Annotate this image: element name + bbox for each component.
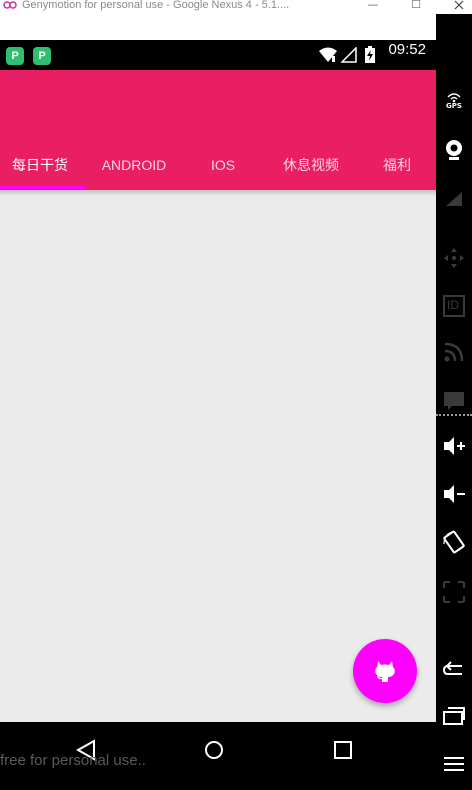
device-id-button[interactable]: ID — [442, 294, 466, 318]
sms-icon — [444, 392, 464, 410]
webcam-button[interactable] — [442, 138, 466, 162]
rotate-button[interactable] — [442, 530, 466, 554]
genymotion-toolbar: GPS ID — [436, 14, 472, 790]
menu-button[interactable] — [442, 752, 466, 776]
volume-up-button[interactable] — [442, 434, 466, 458]
sms-button[interactable] — [442, 388, 466, 412]
home-icon[interactable] — [202, 738, 226, 762]
gps-button[interactable]: GPS — [442, 90, 466, 114]
volume-down-button[interactable] — [442, 482, 466, 506]
github-fab-button[interactable] — [353, 639, 417, 703]
close-icon[interactable] — [452, 0, 466, 10]
personal-use-watermark: free for personal use.. — [0, 752, 146, 769]
battery-button[interactable] — [442, 186, 466, 210]
wifi-icon — [319, 47, 337, 62]
toolbar-divider — [436, 414, 472, 416]
genymotion-logo-icon — [3, 1, 17, 9]
notification-app-icon: P — [33, 47, 51, 65]
battery-charging-icon — [365, 46, 375, 63]
status-bar: P P 09:52 — [0, 40, 436, 70]
rss-icon — [444, 342, 464, 362]
tab-daily[interactable]: 每日干货 — [0, 142, 80, 188]
back-icon — [442, 661, 462, 675]
screen-icon — [443, 581, 465, 603]
device-screen: P P 09:52 每日干货 ANDROID IOS 休息视频 福利 — [0, 40, 436, 722]
tab-ios[interactable]: IOS — [194, 142, 252, 188]
recents-icon — [443, 707, 465, 725]
maximize-button[interactable]: ☐ — [409, 0, 423, 10]
volume-down-icon — [444, 485, 465, 503]
menu-icon — [444, 757, 464, 771]
volume-up-icon — [444, 437, 465, 455]
android-back-button[interactable] — [442, 656, 466, 680]
dpad-icon — [444, 248, 464, 268]
rss-button[interactable] — [442, 340, 466, 364]
tab-bar: 每日干货 ANDROID IOS 休息视频 福利 — [0, 142, 436, 188]
device-id-label: ID — [447, 298, 459, 312]
dpad-button[interactable] — [442, 246, 466, 270]
navigation-bar: free for personal use.. — [0, 722, 436, 790]
app-bar: 每日干货 ANDROID IOS 休息视频 福利 — [0, 70, 436, 190]
tab-android[interactable]: ANDROID — [92, 142, 176, 188]
window-title: Genymotion for personal use - Google Nex… — [22, 0, 290, 11]
github-icon — [375, 661, 395, 682]
recent-apps-button[interactable] — [442, 704, 466, 728]
tab-rest-video[interactable]: 休息视频 — [270, 142, 352, 188]
tab-indicator — [0, 186, 86, 189]
signal-icon — [341, 47, 357, 63]
notification-app-icon: P — [6, 47, 24, 65]
recents-icon[interactable] — [331, 738, 355, 762]
battery-icon — [446, 192, 462, 206]
window-titlebar: Genymotion for personal use - Google Nex… — [0, 0, 472, 14]
webcam-icon — [446, 140, 462, 160]
gps-label: GPS — [446, 102, 462, 110]
screen-button[interactable] — [442, 580, 466, 604]
rotate-icon — [443, 530, 465, 554]
minimize-button[interactable]: — — [366, 0, 380, 10]
status-time: 09:52 — [388, 41, 426, 58]
tab-welfare[interactable]: 福利 — [366, 142, 428, 188]
